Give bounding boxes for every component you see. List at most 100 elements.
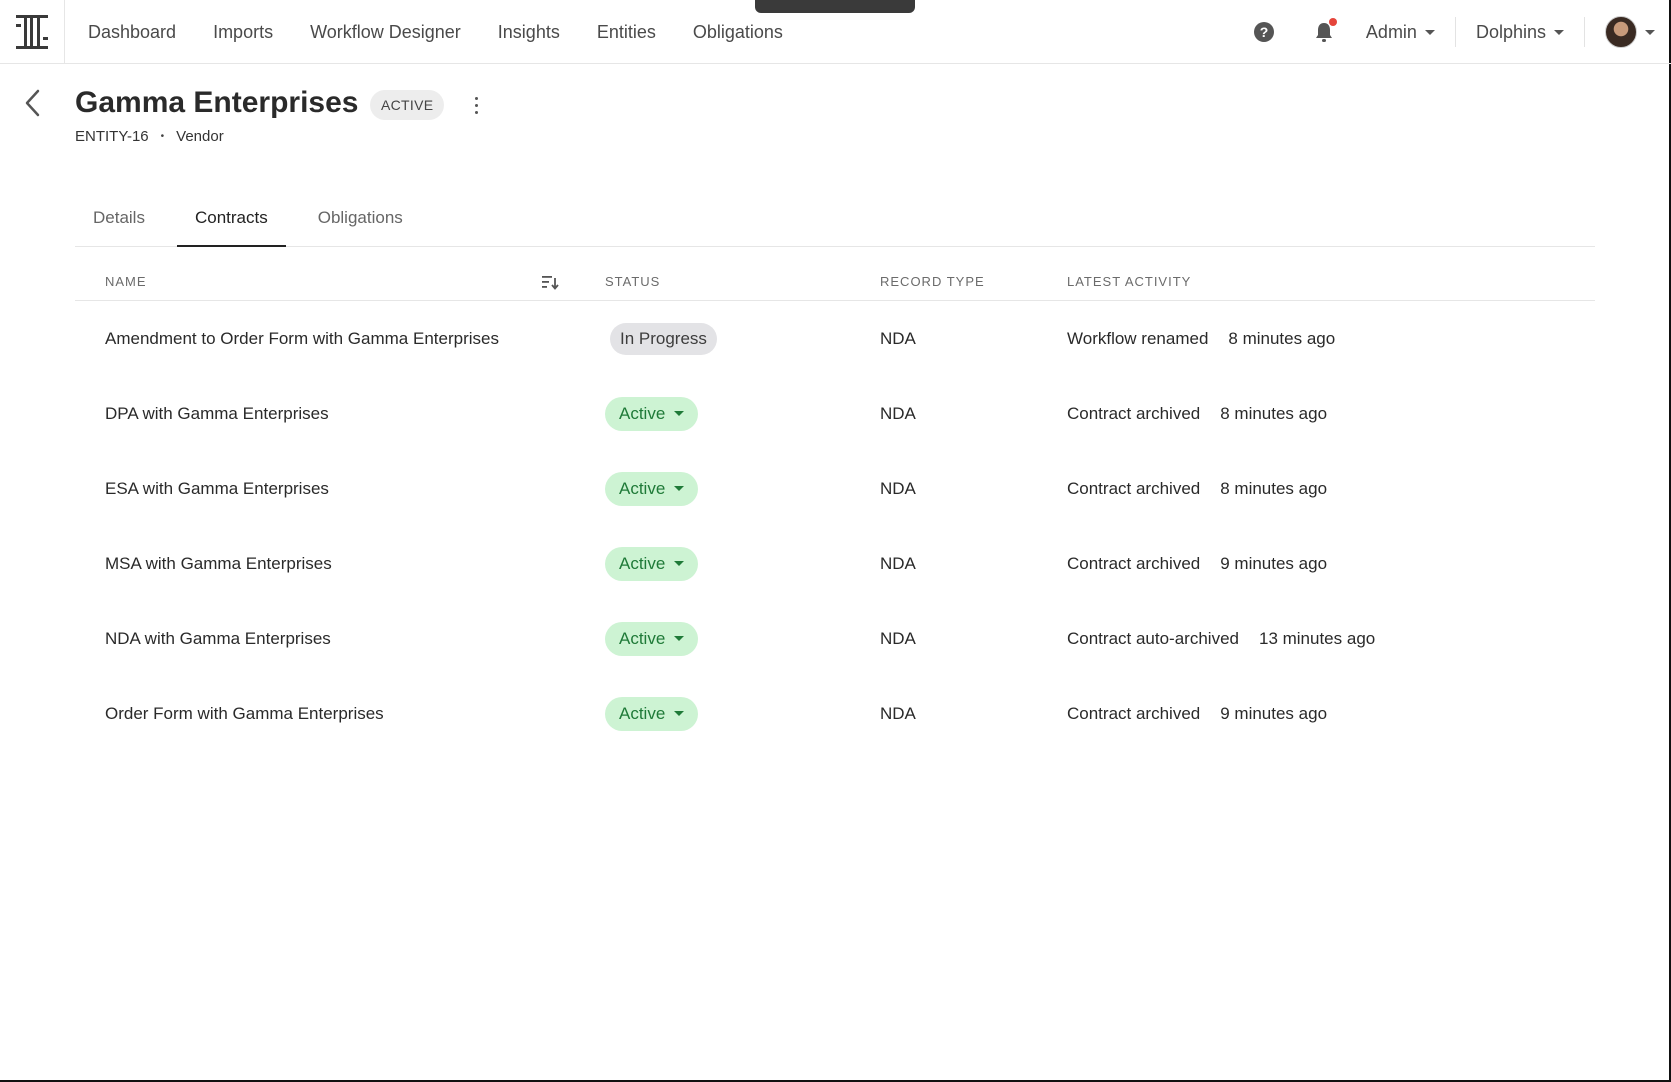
table-row[interactable]: ESA with Gamma Enterprises Active NDA Co…: [75, 451, 1595, 526]
column-header-status[interactable]: STATUS: [605, 274, 660, 289]
tab-details[interactable]: Details: [75, 196, 163, 246]
svg-text:?: ?: [1260, 24, 1269, 40]
bell-icon[interactable]: [1310, 18, 1338, 46]
topbar-actions: ? Admin Dolphins: [1250, 0, 1671, 64]
chevron-down-icon: [1424, 29, 1435, 35]
admin-label: Admin: [1365, 21, 1417, 42]
status-label: Active: [619, 628, 666, 648]
entity-meta: ENTITY-16 • Vendor: [75, 128, 224, 145]
divider: [1584, 17, 1585, 47]
column-header-record-type[interactable]: RECORD TYPE: [880, 274, 985, 289]
tab-contracts[interactable]: Contracts: [176, 196, 286, 247]
table-row[interactable]: MSA with Gamma Enterprises Active NDA Co…: [75, 526, 1595, 601]
contract-name[interactable]: DPA with Gamma Enterprises: [105, 376, 329, 451]
entity-type: Vendor: [176, 128, 224, 145]
status-cell: Active: [605, 601, 699, 676]
table-row[interactable]: Order Form with Gamma Enterprises Active…: [75, 676, 1595, 751]
contract-name[interactable]: ESA with Gamma Enterprises: [105, 451, 329, 526]
chevron-down-icon: [674, 486, 685, 491]
chevron-left-icon[interactable]: [22, 88, 46, 118]
activity-text: Contract archived: [1067, 478, 1201, 498]
record-type: NDA: [880, 553, 916, 573]
table-row[interactable]: NDA with Gamma Enterprises Active NDA Co…: [75, 601, 1595, 676]
table-header: NAME STATUS RECORD TYPE LATEST ACTIVITY: [75, 265, 1595, 301]
table-row[interactable]: Amendment to Order Form with Gamma Enter…: [75, 301, 1595, 376]
status-label: Active: [619, 703, 666, 723]
status-dropdown[interactable]: Active: [605, 621, 699, 656]
kebab-menu-icon[interactable]: [466, 92, 486, 118]
activity-time: 13 minutes ago: [1258, 628, 1376, 648]
column-header-name[interactable]: NAME: [105, 274, 147, 289]
nav-item-entities[interactable]: Entities: [597, 22, 656, 43]
latest-activity: Contract auto-archived 13 minutes ago: [1067, 601, 1375, 676]
latest-activity: Contract archived 9 minutes ago: [1067, 676, 1327, 751]
contracts-table: NAME STATUS RECORD TYPE LATEST ACTIVITY …: [75, 265, 1595, 751]
tab-obligations[interactable]: Obligations: [300, 196, 421, 246]
activity-time: 8 minutes ago: [1228, 328, 1336, 348]
contract-name[interactable]: Amendment to Order Form with Gamma Enter…: [105, 301, 499, 376]
status-cell: Active: [605, 526, 699, 601]
activity-time: 9 minutes ago: [1220, 553, 1328, 573]
avatar[interactable]: [1605, 16, 1637, 48]
column-header-latest-activity[interactable]: LATEST ACTIVITY: [1067, 274, 1191, 289]
chevron-down-icon: [674, 561, 685, 566]
user-menu[interactable]: [1605, 16, 1655, 48]
activity-time: 8 minutes ago: [1220, 403, 1328, 423]
activity-time: 8 minutes ago: [1220, 478, 1328, 498]
activity-time: 9 minutes ago: [1220, 703, 1328, 723]
contract-name[interactable]: NDA with Gamma Enterprises: [105, 601, 331, 676]
chevron-down-icon: [674, 411, 685, 416]
latest-activity: Workflow renamed 8 minutes ago: [1067, 301, 1335, 376]
top-navigation-bar: Dashboard Imports Workflow Designer Insi…: [0, 0, 1671, 64]
divider: [1454, 17, 1456, 47]
status-dropdown[interactable]: Active: [605, 471, 699, 506]
latest-activity: Contract archived 8 minutes ago: [1067, 376, 1327, 451]
window-drag-handle[interactable]: [755, 0, 915, 13]
entity-tabs: Details Contracts Obligations: [75, 196, 1595, 247]
activity-text: Contract archived: [1067, 703, 1201, 723]
contract-name[interactable]: MSA with Gamma Enterprises: [105, 526, 332, 601]
chevron-down-icon: [674, 711, 685, 716]
table-row[interactable]: DPA with Gamma Enterprises Active NDA Co…: [75, 376, 1595, 451]
status-pill-in-progress: In Progress: [610, 322, 717, 355]
record-type: NDA: [880, 328, 916, 348]
nav-item-dashboard[interactable]: Dashboard: [88, 22, 176, 43]
entity-header: Gamma Enterprises ACTIVE ENTITY-16 • Ven…: [0, 84, 1671, 154]
status-dropdown[interactable]: Active: [605, 696, 699, 731]
admin-dropdown[interactable]: Admin: [1366, 22, 1435, 43]
record-type: NDA: [880, 403, 916, 423]
nav-item-obligations[interactable]: Obligations: [693, 22, 783, 43]
status-cell: Active: [605, 676, 699, 751]
status-label: Active: [619, 403, 666, 423]
app-logo-icon[interactable]: [16, 15, 48, 49]
contract-name[interactable]: Order Form with Gamma Enterprises: [105, 676, 384, 751]
help-circle-icon[interactable]: ?: [1250, 18, 1278, 46]
status-dropdown[interactable]: Active: [605, 396, 699, 431]
status-dropdown[interactable]: Active: [605, 546, 699, 581]
nav-item-imports[interactable]: Imports: [213, 22, 273, 43]
chevron-down-icon: [1554, 29, 1564, 35]
main-nav: Dashboard Imports Workflow Designer Insi…: [88, 0, 820, 64]
record-type: NDA: [880, 478, 916, 498]
latest-activity: Contract archived 9 minutes ago: [1067, 526, 1327, 601]
entity-id: ENTITY-16: [75, 128, 149, 145]
activity-text: Contract archived: [1067, 403, 1201, 423]
nav-item-insights[interactable]: Insights: [498, 22, 560, 43]
latest-activity: Contract archived 8 minutes ago: [1067, 451, 1327, 526]
sort-icon[interactable]: [540, 272, 560, 292]
meta-separator: •: [160, 131, 165, 142]
org-dropdown[interactable]: Dolphins: [1476, 22, 1564, 43]
status-cell: Active: [605, 451, 699, 526]
activity-text: Workflow renamed: [1067, 328, 1209, 348]
status-badge: ACTIVE: [370, 90, 445, 120]
page-title: Gamma Enterprises: [75, 86, 359, 119]
activity-text: Contract auto-archived: [1067, 628, 1239, 648]
record-type: NDA: [880, 628, 916, 648]
app-window: Dashboard Imports Workflow Designer Insi…: [0, 0, 1671, 1082]
org-label: Dolphins: [1475, 21, 1546, 42]
table-body: Amendment to Order Form with Gamma Enter…: [75, 301, 1595, 751]
logo-container[interactable]: [0, 0, 65, 64]
nav-item-workflow-designer[interactable]: Workflow Designer: [310, 22, 461, 43]
status-label: Active: [619, 553, 666, 573]
record-type: NDA: [880, 703, 916, 723]
